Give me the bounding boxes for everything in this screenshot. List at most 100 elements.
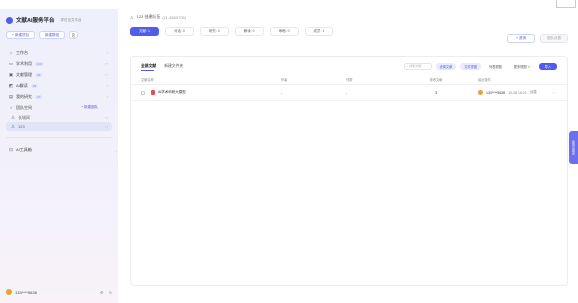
logo-icon	[6, 16, 13, 24]
row-name-cell: AI学术科研大模型	[141, 90, 281, 95]
tab-members[interactable]: 成员: 1	[304, 27, 334, 36]
tab-reading[interactable]: 解读: 0	[234, 27, 264, 36]
team-icon: ♁	[9, 105, 13, 110]
filter-button[interactable]: 设置文献	[435, 62, 457, 70]
list-view-button[interactable]: 列表视图	[485, 63, 506, 70]
column-recent-op: 最近操作	[478, 78, 491, 82]
chevron-right-icon: ›	[106, 94, 108, 99]
user-tools: ⚙ ⊙	[100, 290, 112, 295]
chevron-icon: ‹ ›	[104, 115, 108, 120]
sidebar-item-label: 我的研究	[16, 93, 32, 99]
count-badge: 27	[35, 94, 43, 99]
tab-literature[interactable]: 文献: 1	[130, 27, 159, 36]
divider	[6, 137, 112, 138]
folder-icon: ▣	[8, 71, 14, 77]
research-icon: ▤	[8, 93, 14, 99]
page-title: 123 创建队伍	[136, 14, 161, 19]
avatar	[478, 90, 483, 95]
sidebar-item-research[interactable]: ▤ 我的研究 27 ›	[6, 91, 112, 102]
literature-panel: 全部文献 新建文件夹 ⌕ 搜索文献 设置文献 文件视图 列表视图 更多视图 ∨ …	[130, 56, 568, 286]
breadcrumb: ♙ 123 创建队伍 (11-4560705)	[130, 11, 568, 23]
toolbox-icon: ⊡	[9, 146, 13, 152]
group-icon: ♙	[10, 123, 16, 129]
avatar[interactable]	[6, 289, 12, 295]
new-project-button[interactable]: + 新建项目	[6, 31, 36, 39]
count-badge: 99	[30, 83, 39, 88]
column-name[interactable]: 文献名称	[141, 77, 281, 82]
help-icon[interactable]: ⊙	[109, 290, 112, 295]
chevron-icon: ‹ ›	[104, 72, 108, 77]
main: ♙ 123 创建队伍 (11-4560705) 文献: 1 对话: 0 研究: …	[118, 9, 578, 303]
search-placeholder: 搜索文献	[409, 64, 422, 68]
invite-button[interactable]: + 邀请	[506, 34, 535, 43]
sidebar-item-label: 工作台	[16, 49, 28, 55]
sidebar-item-label: 长城网	[18, 114, 30, 120]
sidebar-item-label: AI解读	[16, 82, 28, 88]
feedback-tab[interactable]: 反馈与建议	[569, 131, 578, 164]
group-icon: ♙	[10, 114, 16, 120]
tab-research[interactable]: 研究: 0	[199, 27, 229, 36]
more-options-icon[interactable]: ···	[552, 90, 558, 95]
toolbar-right: ⌕ 搜索文献 设置文献 文件视图 列表视图 更多视图 ∨ 导入	[403, 62, 557, 70]
search-icon: ⌕	[406, 64, 409, 68]
count-badge: 99	[35, 72, 43, 77]
sidebar-item-team-active[interactable]: ♙ 123 ‹ ›	[6, 122, 112, 131]
brand-cert[interactable]: 学位论文平台	[61, 18, 82, 23]
row-journal: -	[346, 90, 348, 95]
user-bar: 133****5638 ⚙ ⊙	[6, 289, 112, 295]
home-icon: ⌂	[9, 50, 13, 55]
user-name[interactable]: 133****5638	[15, 290, 37, 295]
sidebar-item-label: 学术利用	[16, 60, 32, 66]
app: 文献AI服务平台 学位论文平台 + 新建项目 新建群组 ⎘ ⌂ 工作台 › ▭ …	[0, 9, 578, 303]
row-op-user: 133****5638	[486, 90, 506, 95]
row-title[interactable]: AI学术科研大模型	[158, 90, 186, 95]
row-op-time: 10-08 16:21	[508, 90, 527, 95]
window-corner-control[interactable]	[556, 0, 576, 8]
row-reference-count: 3	[435, 90, 437, 95]
top-actions: + 邀请 团队设置	[506, 34, 568, 43]
tab-all-literature[interactable]: 全部文献	[141, 57, 156, 75]
tab-review[interactable]: 审稿: 0	[269, 27, 299, 36]
chevron-icon: ‹ ›	[104, 124, 108, 129]
column-references: 参考文献	[429, 78, 443, 82]
sidebar-actions: + 新建项目 新建群组 ⎘	[6, 31, 112, 39]
table-header: 文献名称 作者 刊物 参考文献 最近操作	[131, 75, 567, 85]
group-icon: ♙	[130, 14, 134, 20]
row-recent-op: 133****5638 10-08 16:21 创建 ···	[466, 90, 557, 95]
sidebar-item-label: 文献管理	[16, 71, 32, 77]
ai-icon: ◩	[8, 82, 14, 88]
new-folder-button[interactable]: 新建文件夹	[164, 57, 183, 75]
import-button[interactable]: 导入	[538, 62, 557, 70]
sidebar-item-workbench[interactable]: ⌂ 工作台 ›	[6, 47, 112, 58]
sidebar-item-team[interactable]: ♙ 长城网 ‹ ›	[6, 113, 112, 122]
chevron-right-icon: ›	[106, 50, 108, 55]
tab-dialog[interactable]: 对话: 0	[164, 27, 194, 36]
team-id: (11-4560705)	[162, 14, 187, 20]
row-op-action: 创建	[529, 90, 537, 94]
team-settings-button[interactable]: 团队设置	[540, 34, 568, 43]
sidebar-item-academic[interactable]: ▭ 学术利用 100 ‹ ›	[6, 58, 112, 69]
column-author: 作者	[281, 78, 288, 82]
more-views-dropdown[interactable]: 更多视图 ∨	[510, 63, 535, 70]
panel-toolbar: 全部文献 新建文件夹 ⌕ 搜索文献 设置文献 文件视图 列表视图 更多视图 ∨ …	[131, 57, 567, 75]
sidebar-nav: ⌂ 工作台 › ▭ 学术利用 100 ‹ › ▣ 文献管理 99 ‹ › ◩ A…	[6, 47, 112, 155]
sidebar-item-ai-tools[interactable]: ⊡ AI工具箱	[6, 144, 112, 155]
search-input[interactable]: ⌕ 搜索文献	[403, 62, 432, 70]
sidebar-item-literature[interactable]: ▣ 文献管理 99 ‹ ›	[6, 69, 112, 80]
new-group-button[interactable]: 新建群组	[39, 31, 66, 39]
pdf-file-icon	[151, 90, 155, 95]
new-team-button[interactable]: + 新建团队	[81, 105, 98, 110]
sidebar-item-label: 团队空间	[16, 104, 32, 110]
sidebar-item-label: AI工具箱	[16, 146, 32, 152]
sidebar-item-ai-reading[interactable]: ◩ AI解读 99 ›	[6, 80, 112, 91]
file-view-button[interactable]: 文件视图	[460, 62, 482, 70]
settings-icon[interactable]: ⚙	[100, 290, 104, 295]
status-tabs: 文献: 1 对话: 0 研究: 0 解读: 0 审稿: 0 成员: 1	[130, 27, 568, 36]
copy-icon[interactable]: ⎘	[69, 31, 79, 39]
brand: 文献AI服务平台 学位论文平台	[6, 15, 112, 25]
table-row[interactable]: AI学术科研大模型 - - 3 133****5638 10-08 16:21 …	[131, 85, 567, 101]
brand-title: 文献AI服务平台	[16, 18, 55, 24]
sidebar-item-team-space[interactable]: ♁ 团队空间 + 新建团队	[6, 102, 112, 113]
chevron-icon: ‹ ›	[104, 61, 108, 66]
row-checkbox[interactable]	[141, 90, 145, 95]
